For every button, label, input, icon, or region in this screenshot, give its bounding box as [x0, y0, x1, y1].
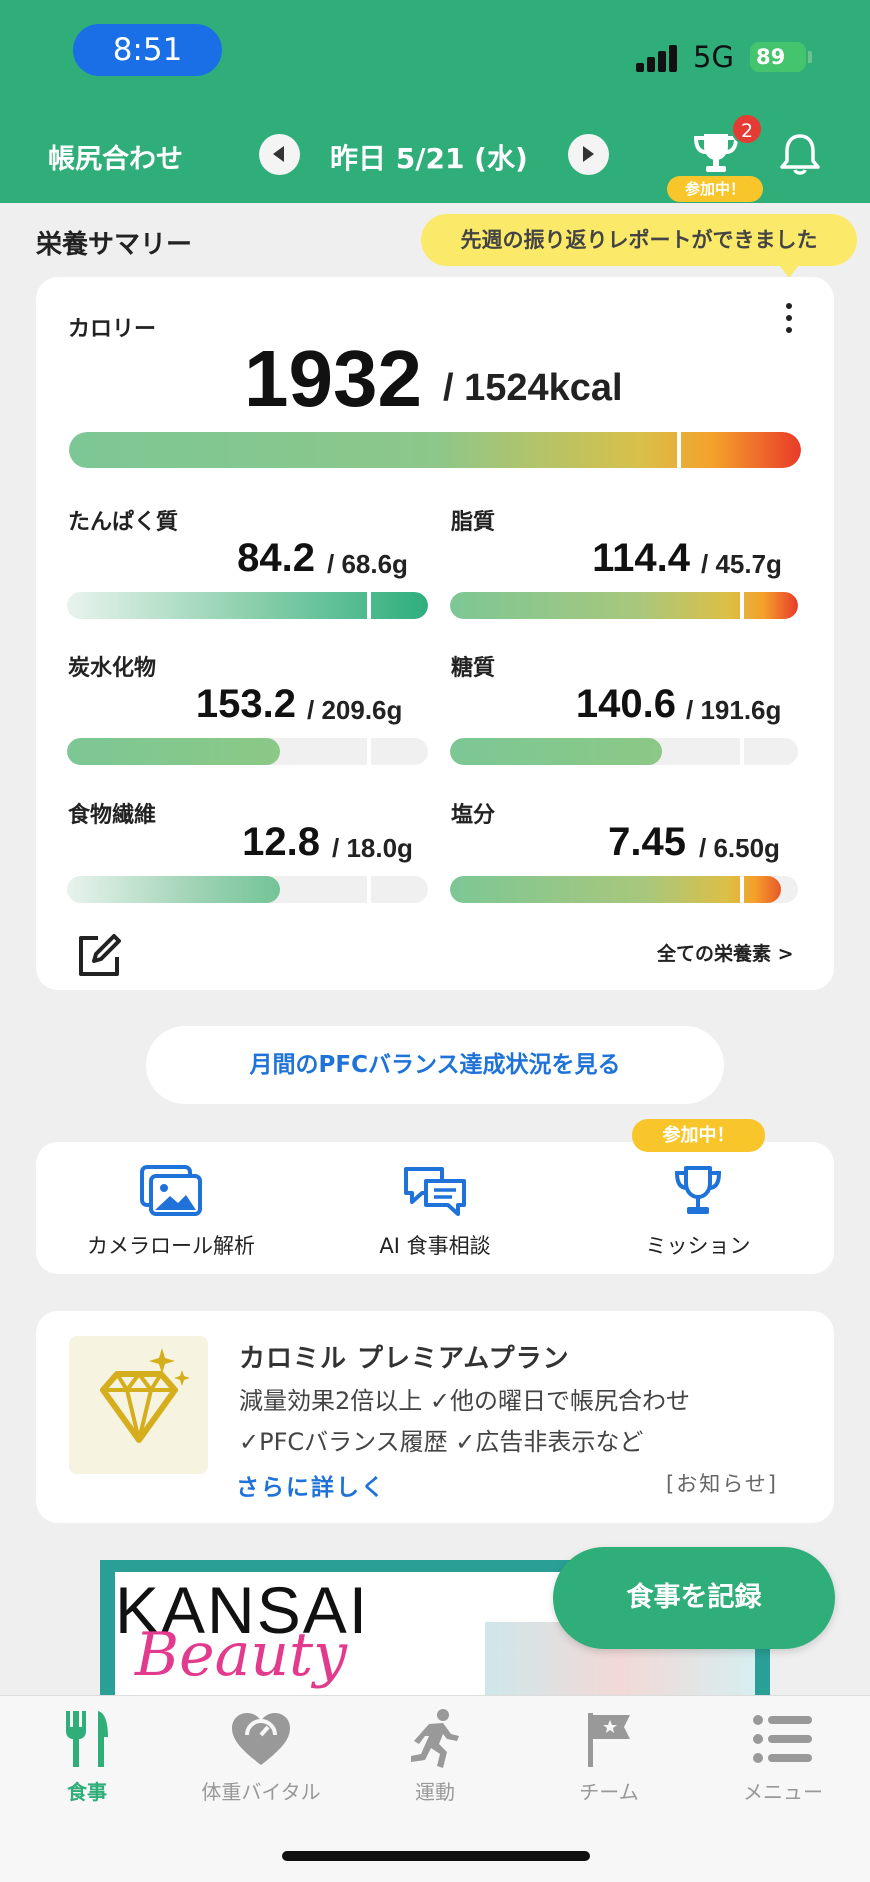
running-icon: [411, 1709, 459, 1768]
fat-value: 114.4: [592, 536, 690, 580]
ad-beauty-text: Beauty: [135, 1620, 348, 1690]
notification-count-badge: 2: [731, 113, 763, 145]
app-header: 帳尻合わせ 昨日 5/21 (水) 2 参加中！: [0, 103, 870, 203]
fat-label: 脂質: [451, 510, 496, 535]
chevron-right-icon: [583, 146, 594, 162]
heart-scale-icon: [232, 1713, 290, 1765]
salt-label: 塩分: [451, 803, 496, 828]
salt-target: / 6.50g: [699, 833, 780, 863]
header-date[interactable]: 昨日 5/21 (水): [330, 137, 528, 177]
header-title[interactable]: 帳尻合わせ: [48, 137, 183, 176]
chat-bubbles-icon: [404, 1167, 466, 1216]
fork-knife-icon: [66, 1711, 108, 1767]
mission-label: ミッション: [645, 1234, 751, 1258]
all-nutrients-link[interactable]: 全ての栄養素 >: [657, 939, 794, 966]
tab-meal-label: 食事: [67, 1780, 107, 1804]
chevron-left-icon: [273, 146, 284, 162]
tab-exercise[interactable]: 運動: [348, 1706, 522, 1805]
network-label: 5G: [693, 40, 734, 74]
calorie-progress-bar: [69, 432, 801, 468]
salt-value: 7.45: [608, 820, 686, 864]
signal-icon: [636, 44, 680, 72]
premium-learn-more-link[interactable]: さらに詳しく: [236, 1468, 386, 1502]
mission-action[interactable]: ミッション: [623, 1163, 773, 1260]
more-options-icon[interactable]: [782, 303, 796, 339]
trophy-icon: [674, 1166, 722, 1214]
prev-day-button[interactable]: [259, 134, 300, 175]
premium-title: カロミル プレミアムプラン: [239, 1344, 570, 1374]
premium-feature-line-2: ✓PFCバランス履歴 ✓広告非表示など: [239, 1428, 644, 1456]
tab-team[interactable]: チーム: [522, 1706, 696, 1805]
tab-exercise-label: 運動: [415, 1780, 455, 1804]
protein-label: たんぱく質: [68, 510, 179, 535]
battery-level: 89: [756, 45, 786, 69]
premium-notice-label: [お知らせ]: [666, 1472, 778, 1496]
tab-menu[interactable]: メニュー: [696, 1706, 870, 1805]
sugar-value: 140.6: [575, 682, 676, 726]
fat-progress-bar: [450, 592, 798, 619]
fiber-label: 食物繊維: [68, 803, 157, 828]
battery-icon: 89: [750, 42, 806, 72]
weekly-report-tooltip[interactable]: 先週の振り返りレポートができました: [421, 214, 857, 266]
monthly-pfc-button[interactable]: 月間のPFCバランス達成状況を見る: [146, 1026, 724, 1104]
section-title: 栄養サマリー: [36, 230, 193, 260]
tab-meal[interactable]: 食事: [0, 1706, 174, 1805]
calorie-value: 1932: [244, 334, 422, 423]
photos-icon: [140, 1165, 202, 1216]
protein-target: / 68.6g: [327, 549, 408, 579]
joining-badge: 参加中！: [667, 176, 763, 202]
calorie-target: / 1524kcal: [443, 367, 623, 409]
fiber-target: / 18.0g: [332, 833, 413, 863]
premium-image: [69, 1336, 208, 1474]
carbs-progress-bar: [67, 738, 428, 765]
next-day-button[interactable]: [568, 134, 609, 175]
edit-icon[interactable]: [76, 933, 122, 979]
status-bar: 8:51 5G 89: [0, 0, 870, 103]
fiber-value: 12.8: [242, 820, 320, 864]
protein-value: 84.2: [237, 536, 315, 580]
tab-weight-label: 体重バイタル: [201, 1780, 321, 1804]
mission-joining-badge: 参加中！: [632, 1119, 765, 1152]
carbs-target: / 209.6g: [307, 695, 403, 725]
camera-roll-label: カメラロール解析: [87, 1234, 255, 1258]
tooltip-tail: [777, 262, 801, 278]
ai-consult-action[interactable]: AI 食事相談: [344, 1163, 526, 1260]
sugar-progress-bar: [450, 738, 798, 765]
sugar-target: / 191.6g: [686, 695, 782, 725]
record-meal-button[interactable]: 食事を記録: [553, 1547, 835, 1649]
carbs-value: 153.2: [195, 682, 296, 726]
bell-icon[interactable]: [777, 131, 823, 177]
ai-consult-label: AI 食事相談: [379, 1234, 491, 1258]
battery-tip: [808, 51, 812, 63]
flag-icon: [588, 1713, 630, 1767]
tab-menu-label: メニュー: [743, 1780, 823, 1804]
premium-feature-line-1: 減量効果2倍以上 ✓他の曜日で帳尻合わせ: [239, 1387, 691, 1415]
fiber-progress-bar: [67, 876, 428, 903]
calorie-label: カロリー: [68, 317, 157, 342]
tab-weight-vitals[interactable]: 体重バイタル: [174, 1706, 348, 1805]
menu-list-icon: [753, 1715, 812, 1763]
protein-progress-bar: [67, 592, 428, 619]
sugar-label: 糖質: [451, 656, 496, 681]
status-time: 8:51: [73, 24, 222, 76]
diamond-icon: [100, 1348, 190, 1443]
home-indicator: [282, 1851, 590, 1861]
salt-progress-bar: [450, 876, 798, 903]
tab-team-label: チーム: [579, 1780, 639, 1804]
fat-target: / 45.7g: [701, 549, 782, 579]
camera-roll-action[interactable]: カメラロール解析: [76, 1163, 266, 1260]
carbs-label: 炭水化物: [68, 656, 157, 681]
